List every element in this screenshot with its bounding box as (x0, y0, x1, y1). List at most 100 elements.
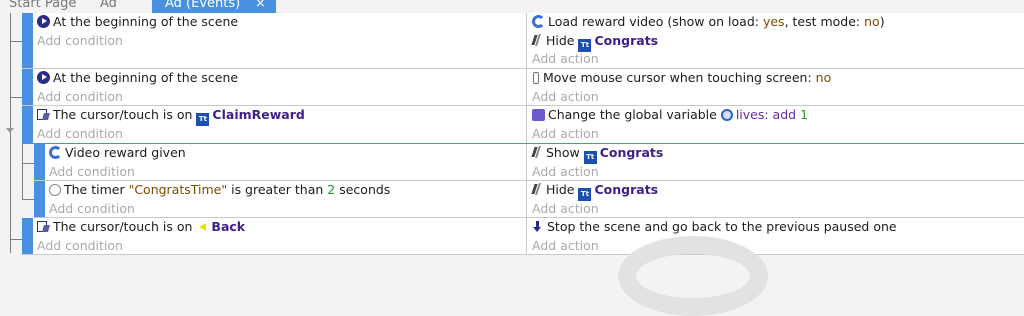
event-drag-handle[interactable] (22, 13, 33, 68)
condition[interactable]: At the beginning of the scene (37, 13, 526, 32)
object-name: Congrats (594, 32, 659, 48)
timer-icon (49, 184, 61, 196)
conditions-column: At the beginning of the scene Add condit… (33, 69, 527, 105)
add-condition-button[interactable]: Add condition (37, 88, 526, 107)
back-arrow-icon (196, 221, 208, 233)
tree-line (10, 13, 11, 253)
action-text: Move mouse cursor when touching screen: (543, 70, 816, 85)
add-action-button[interactable]: Add action (532, 50, 1024, 69)
scene-start-icon (37, 15, 50, 28)
events-sheet: At the beginning of the scene Add condit… (0, 13, 1024, 255)
visibility-icon (532, 34, 543, 47)
tree-branch (10, 97, 22, 98)
actions-column: Show Tt Congrats Add action (528, 144, 1024, 180)
event-row[interactable]: At the beginning of the scene Add condit… (22, 69, 1024, 106)
action[interactable]: Hide Tt Congrats (532, 32, 1024, 52)
event-drag-handle[interactable] (22, 69, 33, 105)
sub-event-row[interactable]: The timer "CongratsTime" is greater than… (34, 181, 1024, 218)
add-action-button[interactable]: Add action (532, 237, 1024, 256)
condition-text: is greater than (227, 182, 328, 197)
visibility-icon (532, 146, 543, 159)
condition[interactable]: The cursor/touch is on Back (37, 218, 526, 237)
add-action-button[interactable]: Add action (532, 88, 1024, 107)
action[interactable]: Stop the scene and go back to the previo… (532, 218, 1024, 237)
condition[interactable]: Video reward given (49, 144, 526, 163)
action-text: Change the global variable (548, 107, 721, 122)
collapse-toggle-icon[interactable] (6, 128, 14, 133)
action-text: , test mode: (784, 14, 865, 29)
cursor-on-object-icon (37, 220, 50, 233)
object-name: Congrats (599, 145, 664, 160)
conditions-column: Video reward given Add condition (45, 144, 527, 180)
tree-line (22, 144, 23, 200)
condition-text: seconds (335, 182, 391, 197)
conditions-column: The cursor/touch is on Back Add conditio… (33, 218, 527, 254)
add-action-button[interactable]: Add action (532, 163, 1024, 182)
tree-branch (22, 199, 34, 200)
sprite-object-icon: Tt (196, 113, 210, 126)
add-condition-button[interactable]: Add condition (49, 200, 526, 219)
stop-scene-icon (532, 220, 544, 233)
action[interactable]: Show Tt Congrats (532, 144, 1024, 164)
conditions-column: At the beginning of the scene Add condit… (33, 13, 527, 68)
close-tab-icon[interactable]: × (255, 0, 266, 13)
condition-text: The cursor/touch is on (53, 107, 197, 122)
action-text: ) (879, 14, 885, 29)
add-condition-button[interactable]: Add condition (37, 125, 526, 144)
event-drag-handle[interactable] (34, 144, 45, 180)
action[interactable]: Load reward video (show on load: yes, te… (532, 13, 1024, 32)
action-param: no (815, 70, 832, 85)
action-value: 1 (800, 107, 809, 122)
add-action-button[interactable]: Add action (532, 200, 1024, 219)
cursor-on-object-icon (37, 108, 50, 121)
action-text: Load reward video (show on load: (548, 14, 763, 29)
action[interactable]: Move mouse cursor when touching screen: … (532, 69, 1024, 88)
condition[interactable]: The cursor/touch is on Tt ClaimReward (37, 106, 526, 126)
event-drag-handle[interactable] (22, 218, 33, 254)
add-action-button[interactable]: Add action (532, 125, 1024, 144)
object-name: Back (211, 219, 246, 234)
action-param: no (864, 14, 880, 29)
condition[interactable]: At the beginning of the scene (37, 69, 526, 88)
condition[interactable]: The timer "CongratsTime" is greater than… (49, 181, 526, 200)
condition-text: The cursor/touch is on (53, 219, 197, 234)
sub-event-row[interactable]: Video reward given Add condition Show Tt… (34, 144, 1024, 181)
actions-column: Hide Tt Congrats Add action (528, 181, 1024, 217)
tab-start-page[interactable]: Start Page (9, 0, 76, 13)
add-condition-button[interactable]: Add condition (37, 32, 526, 51)
tab-ad-events[interactable]: Ad (Events) × (152, 0, 276, 13)
actions-column: Stop the scene and go back to the previo… (528, 218, 1024, 254)
event-drag-handle[interactable] (34, 181, 45, 217)
variable-icon (532, 109, 545, 121)
event-row[interactable]: The cursor/touch is on Tt ClaimReward Add… (22, 106, 1024, 144)
event-drag-handle[interactable] (22, 106, 33, 143)
condition-text: Video reward given (65, 145, 186, 160)
watermark-logo (618, 236, 768, 316)
action[interactable]: Change the global variable lives: add 1 (532, 106, 1024, 125)
tab-label: Ad (Events) (165, 0, 241, 11)
scene-start-icon (37, 71, 50, 84)
timer-name: "CongratsTime" (128, 182, 228, 197)
visibility-icon (532, 183, 543, 196)
event-row[interactable]: At the beginning of the scene Add condit… (22, 13, 1024, 69)
condition-text: At the beginning of the scene (53, 70, 239, 85)
event-row[interactable]: The cursor/touch is on Back Add conditio… (22, 218, 1024, 255)
add-condition-button[interactable]: Add condition (49, 163, 526, 182)
tab-ad[interactable]: Ad (100, 0, 117, 13)
tree-branch (22, 163, 34, 164)
action-text: Stop the scene and go back to the previo… (547, 219, 897, 234)
action-text: Hide (546, 32, 579, 48)
add-condition-button[interactable]: Add condition (37, 237, 526, 256)
condition-text: The timer (64, 182, 129, 197)
object-name: ClaimReward (212, 107, 305, 122)
conditions-column: The cursor/touch is on Tt ClaimReward Add… (33, 106, 527, 143)
condition-text: At the beginning of the scene (53, 14, 239, 29)
tree-branch (10, 41, 22, 42)
action[interactable]: Hide Tt Congrats (532, 181, 1024, 201)
actions-column: Change the global variable lives: add 1 … (528, 106, 1024, 143)
actions-column: Load reward video (show on load: yes, te… (528, 13, 1024, 68)
mouse-icon (532, 71, 540, 84)
variable-name: lives (735, 107, 765, 122)
tab-strip: Start Page Ad Ad (Events) × (0, 0, 1024, 13)
action-text: Show (546, 145, 584, 160)
